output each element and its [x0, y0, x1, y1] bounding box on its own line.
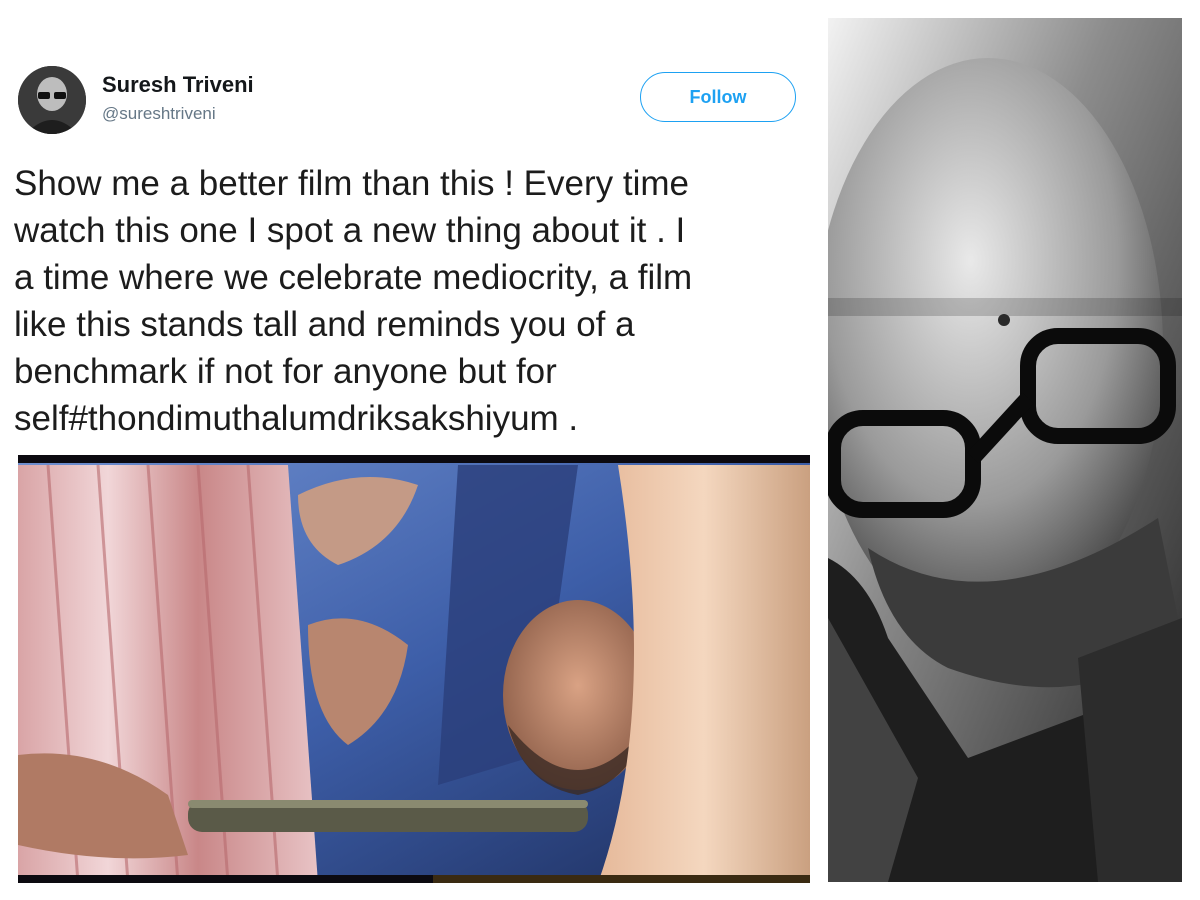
tweet-card: Suresh Triveni @sureshtriveni Follow Sho…: [0, 0, 820, 900]
tweet-text-line: watch this one I spot a new thing about …: [14, 211, 686, 250]
tweet-text: Show me a better film than this ! Every …: [14, 160, 814, 442]
tweet-text-line: self#thondimuthalumdriksakshiyum .: [14, 399, 579, 438]
portrait-photo: [828, 18, 1182, 882]
author-name[interactable]: Suresh Triveni: [102, 72, 254, 98]
tweet-text-line: like this stands tall and reminds you of…: [14, 305, 635, 344]
film-still: [18, 455, 810, 883]
avatar-photo: [18, 66, 86, 134]
tweet-text-line: benchmark if not for anyone but for: [14, 352, 557, 391]
tweet-text-line: a time where we celebrate mediocrity, a …: [14, 258, 693, 297]
tweet-text-line: Show me a better film than this ! Every …: [14, 164, 689, 203]
portrait-image: [828, 18, 1182, 882]
author-avatar[interactable]: [18, 66, 86, 134]
tweet-media-image[interactable]: [18, 455, 810, 883]
author-handle[interactable]: @sureshtriveni: [102, 104, 216, 124]
follow-button[interactable]: Follow: [640, 72, 796, 122]
